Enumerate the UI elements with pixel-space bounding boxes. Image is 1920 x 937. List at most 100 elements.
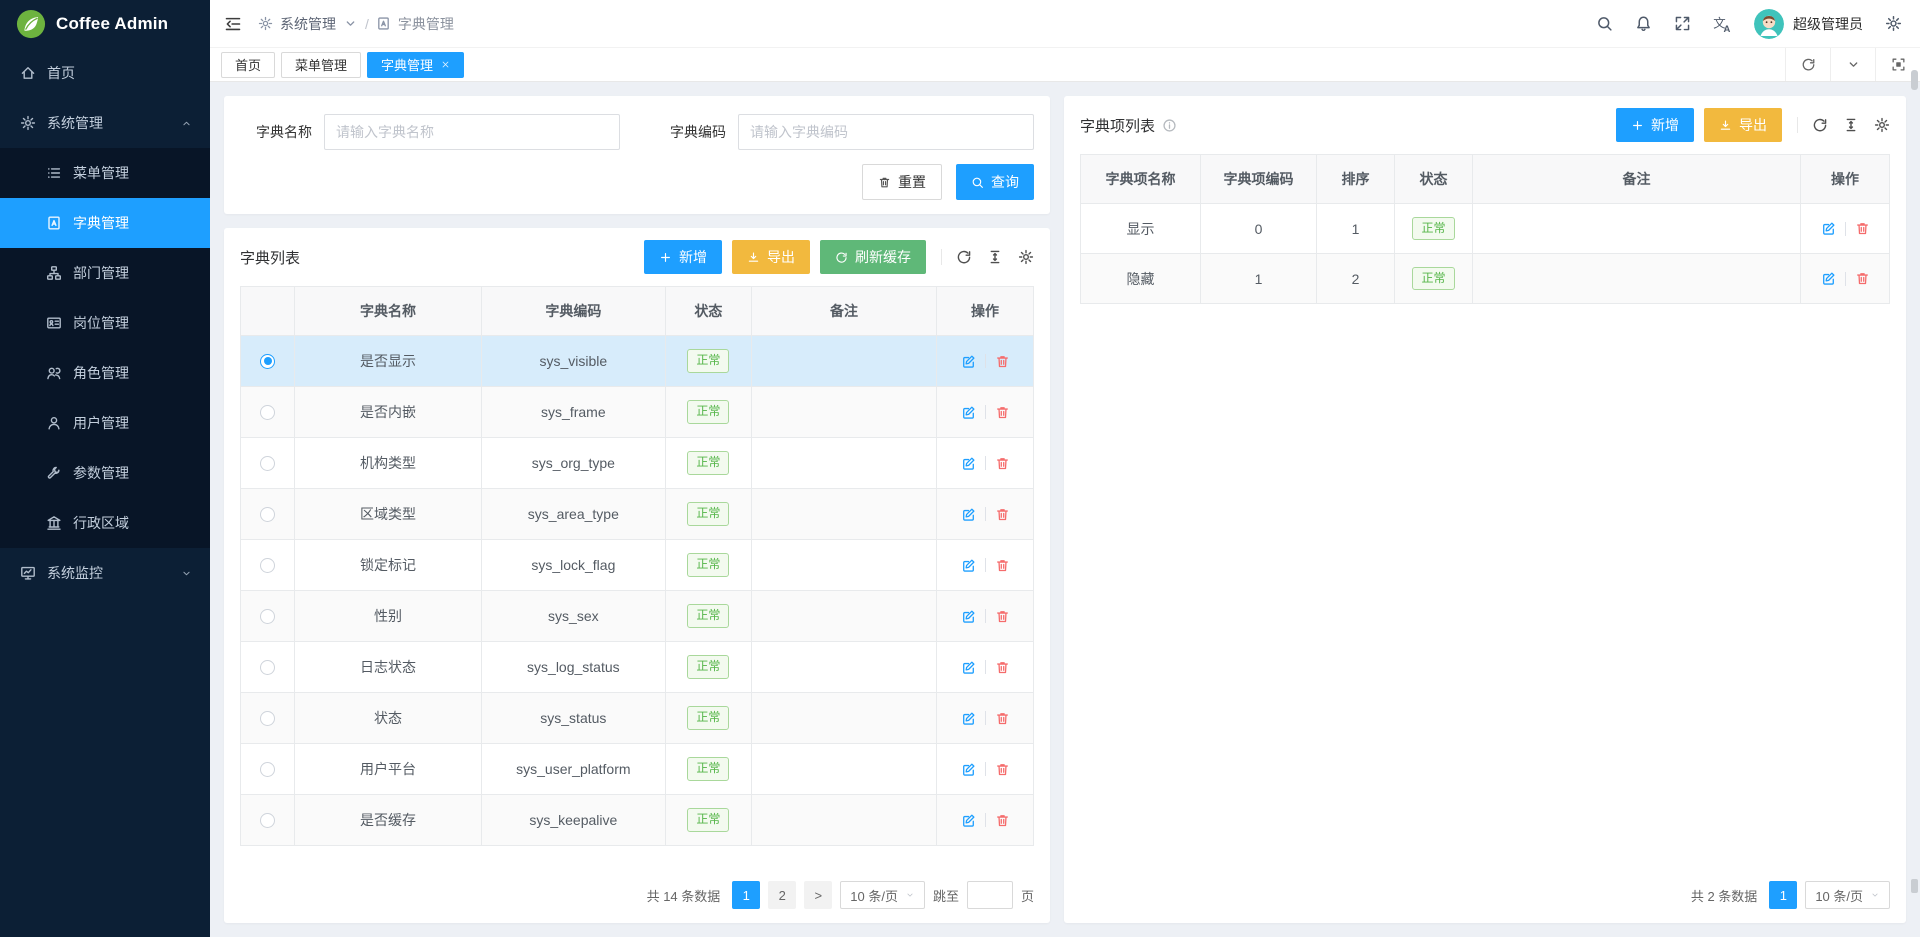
edit-icon[interactable]: [961, 609, 976, 624]
table-row[interactable]: 是否内嵌 sys_frame 正常: [241, 387, 1033, 438]
table-row[interactable]: 日志状态 sys_log_status 正常: [241, 642, 1033, 693]
edit-icon[interactable]: [961, 456, 976, 471]
page-button[interactable]: 1: [1769, 881, 1797, 909]
page-size-select[interactable]: 10 条/页: [1805, 881, 1890, 909]
sidebar-item[interactable]: 首页: [0, 48, 210, 98]
edit-icon[interactable]: [961, 405, 976, 420]
sidebar-item[interactable]: 部门管理: [0, 248, 210, 298]
reload-table-icon[interactable]: [1812, 117, 1828, 133]
edit-icon[interactable]: [961, 762, 976, 777]
row-radio-cell[interactable]: [241, 795, 295, 845]
radio-button[interactable]: [260, 405, 275, 420]
edit-icon[interactable]: [1821, 271, 1836, 286]
delete-icon[interactable]: [995, 405, 1010, 420]
add-dict-button[interactable]: 新增: [644, 240, 722, 274]
jump-page-input[interactable]: [967, 881, 1013, 909]
reload-table-icon[interactable]: [956, 249, 972, 265]
delete-icon[interactable]: [995, 456, 1010, 471]
scrollbar-button[interactable]: [1911, 879, 1918, 893]
dict-name-input[interactable]: [324, 114, 620, 150]
sidebar-item[interactable]: 系统监控: [0, 548, 210, 598]
settings-gear-icon[interactable]: [1885, 15, 1902, 32]
row-radio-cell[interactable]: [241, 387, 295, 437]
page-size-select[interactable]: 10 条/页: [840, 881, 925, 909]
row-radio-cell[interactable]: [241, 744, 295, 794]
sidebar-item[interactable]: 行政区域: [0, 498, 210, 548]
delete-icon[interactable]: [995, 813, 1010, 828]
edit-icon[interactable]: [961, 354, 976, 369]
radio-button[interactable]: [260, 354, 275, 369]
page-button[interactable]: 2: [768, 881, 796, 909]
sidebar-item[interactable]: 岗位管理: [0, 298, 210, 348]
edit-icon[interactable]: [1821, 221, 1836, 236]
column-settings-icon[interactable]: [1018, 249, 1034, 265]
row-radio-cell[interactable]: [241, 642, 295, 692]
table-row[interactable]: 机构类型 sys_org_type 正常: [241, 438, 1033, 489]
export-dict-button[interactable]: 导出: [732, 240, 810, 274]
table-row[interactable]: 显示 0 1 正常: [1081, 204, 1889, 254]
edit-icon[interactable]: [961, 711, 976, 726]
row-radio-cell[interactable]: [241, 591, 295, 641]
radio-button[interactable]: [260, 660, 275, 675]
delete-icon[interactable]: [995, 660, 1010, 675]
app-logo[interactable]: Coffee Admin: [0, 0, 210, 48]
tab[interactable]: 菜单管理: [281, 52, 361, 78]
radio-button[interactable]: [260, 456, 275, 471]
sidebar-item[interactable]: 系统管理: [0, 98, 210, 148]
row-radio-cell[interactable]: [241, 540, 295, 590]
notification-bell-icon[interactable]: [1635, 15, 1652, 32]
radio-button[interactable]: [260, 558, 275, 573]
table-row[interactable]: 锁定标记 sys_lock_flag 正常: [241, 540, 1033, 591]
column-settings-icon[interactable]: [1874, 117, 1890, 133]
radio-button[interactable]: [260, 609, 275, 624]
table-row[interactable]: 隐藏 1 2 正常: [1081, 254, 1889, 304]
edit-icon[interactable]: [961, 507, 976, 522]
edit-icon[interactable]: [961, 813, 976, 828]
export-dict-items-button[interactable]: 导出: [1704, 108, 1782, 142]
sidebar-collapse-icon[interactable]: [224, 15, 242, 33]
row-radio-cell[interactable]: [241, 438, 295, 488]
sidebar-item[interactable]: 参数管理: [0, 448, 210, 498]
row-height-icon[interactable]: [1843, 117, 1859, 133]
page-button[interactable]: >: [804, 881, 832, 909]
table-row[interactable]: 用户平台 sys_user_platform 正常: [241, 744, 1033, 795]
reset-button[interactable]: 重置: [862, 164, 942, 200]
sidebar-item[interactable]: 菜单管理: [0, 148, 210, 198]
search-button[interactable]: 查询: [956, 164, 1034, 200]
tab[interactable]: 字典管理: [367, 52, 464, 78]
page-button[interactable]: 1: [732, 881, 760, 909]
delete-icon[interactable]: [995, 609, 1010, 624]
edit-icon[interactable]: [961, 660, 976, 675]
fullscreen-icon[interactable]: [1674, 15, 1691, 32]
delete-icon[interactable]: [995, 507, 1010, 522]
delete-icon[interactable]: [995, 558, 1010, 573]
row-height-icon[interactable]: [987, 249, 1003, 265]
delete-icon[interactable]: [1855, 221, 1870, 236]
table-row[interactable]: 是否缓存 sys_keepalive 正常: [241, 795, 1033, 846]
table-row[interactable]: 是否显示 sys_visible 正常: [241, 336, 1033, 387]
tab[interactable]: 首页: [221, 52, 275, 78]
row-radio-cell[interactable]: [241, 336, 295, 386]
tab-options-button[interactable]: [1830, 48, 1875, 81]
table-row[interactable]: 状态 sys_status 正常: [241, 693, 1033, 744]
delete-icon[interactable]: [995, 762, 1010, 777]
add-dict-item-button[interactable]: 新增: [1616, 108, 1694, 142]
delete-icon[interactable]: [1855, 271, 1870, 286]
info-icon[interactable]: [1162, 118, 1177, 133]
table-row[interactable]: 性别 sys_sex 正常: [241, 591, 1033, 642]
row-radio-cell[interactable]: [241, 693, 295, 743]
delete-icon[interactable]: [995, 354, 1010, 369]
scrollbar-thumb[interactable]: [1911, 70, 1918, 90]
refresh-tab-button[interactable]: [1785, 48, 1830, 81]
sidebar-item[interactable]: 角色管理: [0, 348, 210, 398]
user-menu[interactable]: 超级管理员: [1754, 9, 1863, 39]
radio-button[interactable]: [260, 711, 275, 726]
search-icon[interactable]: [1596, 15, 1613, 32]
radio-button[interactable]: [260, 507, 275, 522]
refresh-cache-button[interactable]: 刷新缓存: [820, 240, 926, 274]
radio-button[interactable]: [260, 813, 275, 828]
row-radio-cell[interactable]: [241, 489, 295, 539]
delete-icon[interactable]: [995, 711, 1010, 726]
edit-icon[interactable]: [961, 558, 976, 573]
sidebar-item[interactable]: 字典管理: [0, 198, 210, 248]
